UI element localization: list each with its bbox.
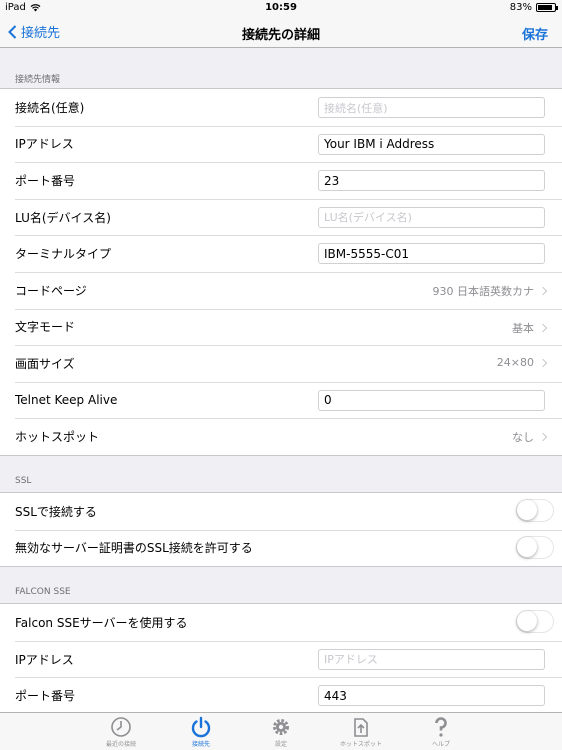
row-label: ホットスポット [15, 430, 100, 445]
settings-table[interactable]: 接続先情報 接続名(任意) IPアドレス ポート番号 LU名(デバイス名) ター… [0, 48, 562, 712]
tab-label: 設定 [274, 741, 287, 748]
screen-size-value: 24×80 [496, 356, 534, 370]
ip-address-input[interactable] [318, 133, 545, 155]
terminal-type-input[interactable] [318, 243, 545, 265]
row-value: 24×80 [496, 356, 548, 370]
row-value: なし [512, 429, 548, 445]
tab-settings[interactable]: 設定 [241, 713, 321, 750]
toggle-knob [517, 536, 537, 557]
group-info: 接続名(任意) IPアドレス ポート番号 LU名(デバイス名) ターミナルタイプ… [0, 88, 562, 456]
tab-label: ヘルプ [431, 741, 450, 748]
ssl-connect-toggle[interactable] [516, 498, 554, 522]
row-hotspot[interactable]: ホットスポット なし [0, 418, 562, 455]
row-label: 画面サイズ [15, 356, 75, 371]
port-input[interactable] [318, 170, 545, 192]
row-label: LU名(デバイス名) [15, 210, 111, 225]
row-ssl-connect: SSLで接続する [0, 493, 562, 530]
section-header-ssl: SSL [15, 475, 32, 486]
row-falcon-port: ポート番号 [0, 677, 562, 712]
row-connection-name: 接続名(任意) [0, 89, 562, 126]
battery-icon [536, 3, 558, 12]
tab-help[interactable]: ヘルプ [401, 713, 481, 750]
toggle-knob [517, 611, 537, 632]
row-port: ポート番号 [0, 162, 562, 199]
row-screen-size[interactable]: 画面サイズ 24×80 [0, 345, 562, 382]
row-terminal-type: ターミナルタイプ [0, 235, 562, 272]
row-ssl-invalid-cert: 無効なサーバー証明書のSSL接続を許可する [0, 529, 562, 567]
lu-name-input[interactable] [318, 206, 545, 228]
falcon-ip-input[interactable] [318, 648, 545, 670]
row-label: Telnet Keep Alive [15, 393, 118, 408]
row-lu-name: LU名(デバイス名) [0, 198, 562, 236]
status-right: 83% [509, 2, 558, 13]
tab-label: ホットスポット [339, 741, 382, 748]
hotspot-value: なし [512, 431, 534, 445]
tab-hotspot[interactable]: ホットスポット [321, 713, 401, 750]
row-falcon-ip: IPアドレス [0, 640, 562, 678]
row-label: ターミナルタイプ [15, 247, 112, 262]
row-label: Falcon SSEサーバーを使用する [15, 615, 188, 630]
chevron-right-icon [538, 323, 548, 332]
falcon-sse-toggle[interactable] [516, 610, 554, 634]
tab-label: 最近の接続 [105, 741, 136, 748]
row-label: ポート番号 [15, 173, 76, 188]
code-page-value: 930 日本語英数カナ [432, 284, 535, 298]
section-header-falcon: FALCON SSE [15, 587, 71, 598]
invalid-cert-toggle[interactable] [516, 535, 554, 559]
row-value: 基本 [512, 320, 548, 336]
connection-name-input[interactable] [318, 97, 545, 118]
row-value: 930 日本語英数カナ [432, 283, 548, 299]
chevron-right-icon [538, 433, 548, 442]
export-icon [354, 718, 368, 737]
chevron-right-icon [538, 286, 548, 296]
page-title: 接続先の詳細 [241, 28, 320, 43]
row-label: 無効なサーバー証明書のSSL接続を許可する [15, 541, 253, 556]
tab-connections[interactable]: 接続先 [161, 713, 241, 750]
tab-bar: 最近の接続 接続先 設定 ホットスポット ヘルプ [0, 712, 562, 750]
row-label: SSLで接続する [15, 504, 97, 519]
row-label: 文字モード [15, 320, 76, 335]
toggle-knob [517, 499, 537, 520]
row-ip-address: IPアドレス [0, 125, 562, 163]
question-icon [435, 717, 447, 737]
chevron-right-icon [538, 358, 548, 367]
group-falcon: Falcon SSEサーバーを使用する IPアドレス ポート番号 [0, 603, 562, 712]
row-falcon-use: Falcon SSEサーバーを使用する [0, 604, 562, 641]
group-ssl: SSLで接続する 無効なサーバー証明書のSSL接続を許可する [0, 491, 562, 568]
row-keep-alive: Telnet Keep Alive [0, 381, 562, 419]
falcon-port-input[interactable] [318, 685, 545, 707]
row-label: ポート番号 [15, 689, 76, 704]
row-char-mode[interactable]: 文字モード 基本 [0, 308, 562, 346]
row-label: IPアドレス [15, 137, 74, 152]
power-icon [191, 716, 211, 738]
row-label: コードページ [15, 283, 87, 298]
gear-icon [273, 719, 289, 735]
tab-label: 接続先 [191, 741, 210, 748]
row-label: 接続名(任意) [15, 100, 85, 115]
status-time: 10:59 [265, 2, 297, 13]
row-code-page[interactable]: コードページ 930 日本語英数カナ [0, 271, 562, 309]
save-button[interactable]: 保存 [522, 24, 548, 43]
row-label: IPアドレス [15, 652, 74, 667]
status-bar: iPad 10:59 83% [0, 0, 562, 16]
char-mode-value: 基本 [512, 321, 534, 335]
battery-percent: 83% [509, 2, 532, 13]
tab-recent[interactable]: 最近の接続 [81, 713, 161, 750]
clock-icon [111, 717, 131, 737]
navigation-bar: 接続先 接続先の詳細 保存 [0, 16, 562, 48]
section-header-info: 接続先情報 [15, 75, 61, 85]
keep-alive-input[interactable] [318, 389, 545, 411]
